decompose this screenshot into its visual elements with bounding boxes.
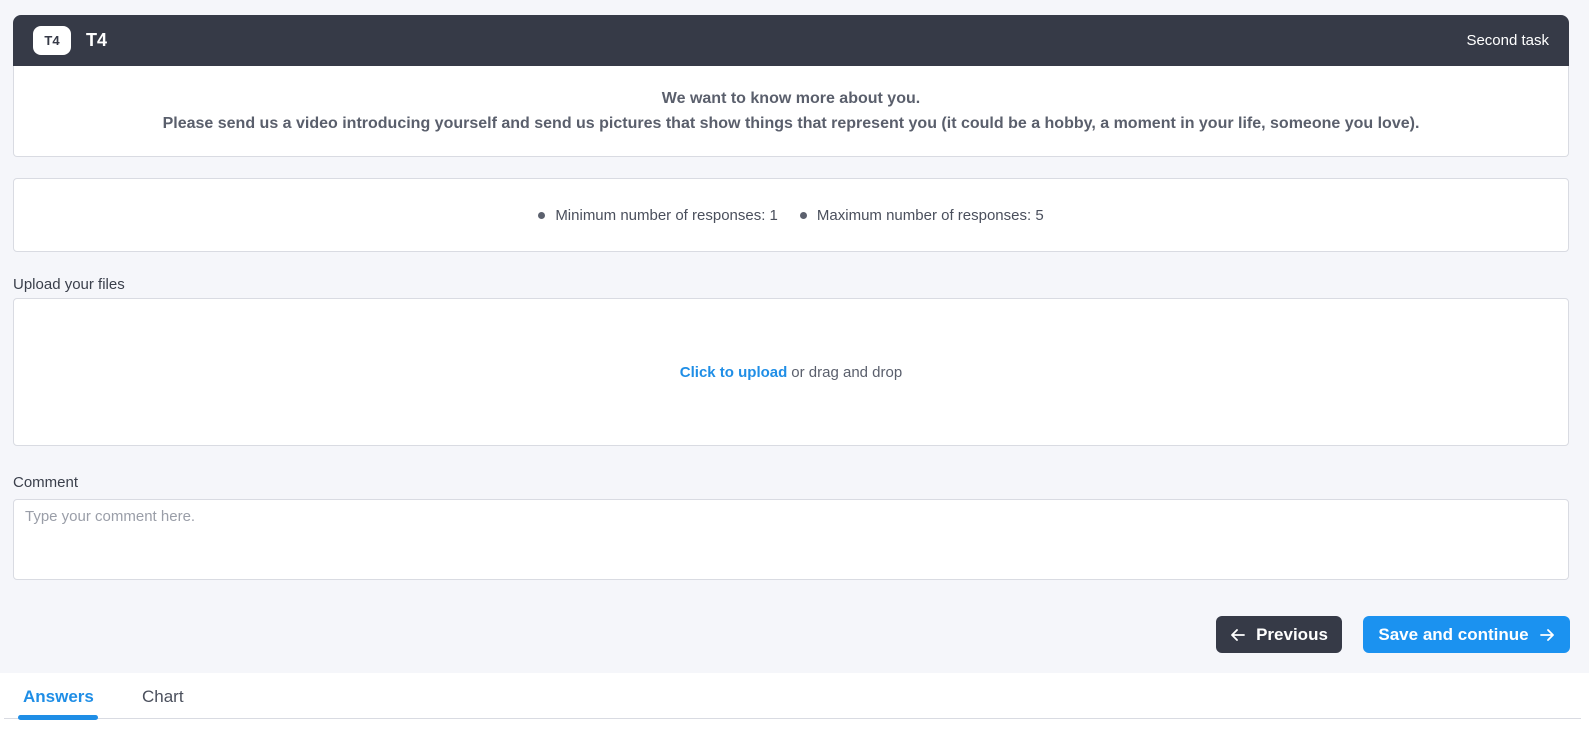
bullet-icon [538,211,546,219]
arrow-left-icon [1231,628,1245,641]
tab-answers[interactable]: Answers [23,687,94,707]
min-responses-text: Minimum number of responses: 1 [555,206,778,224]
task-name: Second task [1466,32,1549,49]
tabs-bar: Answers Chart [0,673,1589,747]
instructions-line-1: We want to know more about you. [661,90,921,107]
save-and-continue-label: Save and continue [1378,624,1529,644]
save-and-continue-button[interactable]: Save and continue [1363,616,1570,653]
previous-label: Previous [1256,624,1328,644]
instructions-card: We want to know more about you. Please s… [13,66,1569,157]
min-responses: Minimum number of responses: 1 [538,207,778,224]
instructions-line-2: Please send us a video introducing yours… [162,115,1420,132]
max-responses: Maximum number of responses: 5 [799,206,1044,224]
task-badge: T4 [33,26,71,55]
tab-chart[interactable]: Chart [142,687,184,707]
bullet-icon [799,211,807,219]
click-to-upload-link[interactable]: Click to upload [680,364,788,381]
comment-label: Comment [13,474,79,491]
active-tab-indicator [18,715,98,720]
task-code: T4 [86,30,108,50]
task-header: T4 T4 Second task [13,15,1569,66]
previous-button[interactable]: Previous [1216,616,1342,653]
upload-dropzone[interactable]: Click to upload or drag and drop [13,298,1569,446]
arrow-right-icon [1539,628,1554,641]
upload-label: Upload your files [13,276,125,293]
tabs-divider [4,718,1581,719]
drag-drop-text: or drag and drop [791,363,903,381]
comment-textarea[interactable] [13,499,1569,580]
max-responses-text: Maximum number of responses: 5 [816,206,1044,224]
response-limits-card: Minimum number of responses: 1 Maximum n… [13,178,1569,252]
